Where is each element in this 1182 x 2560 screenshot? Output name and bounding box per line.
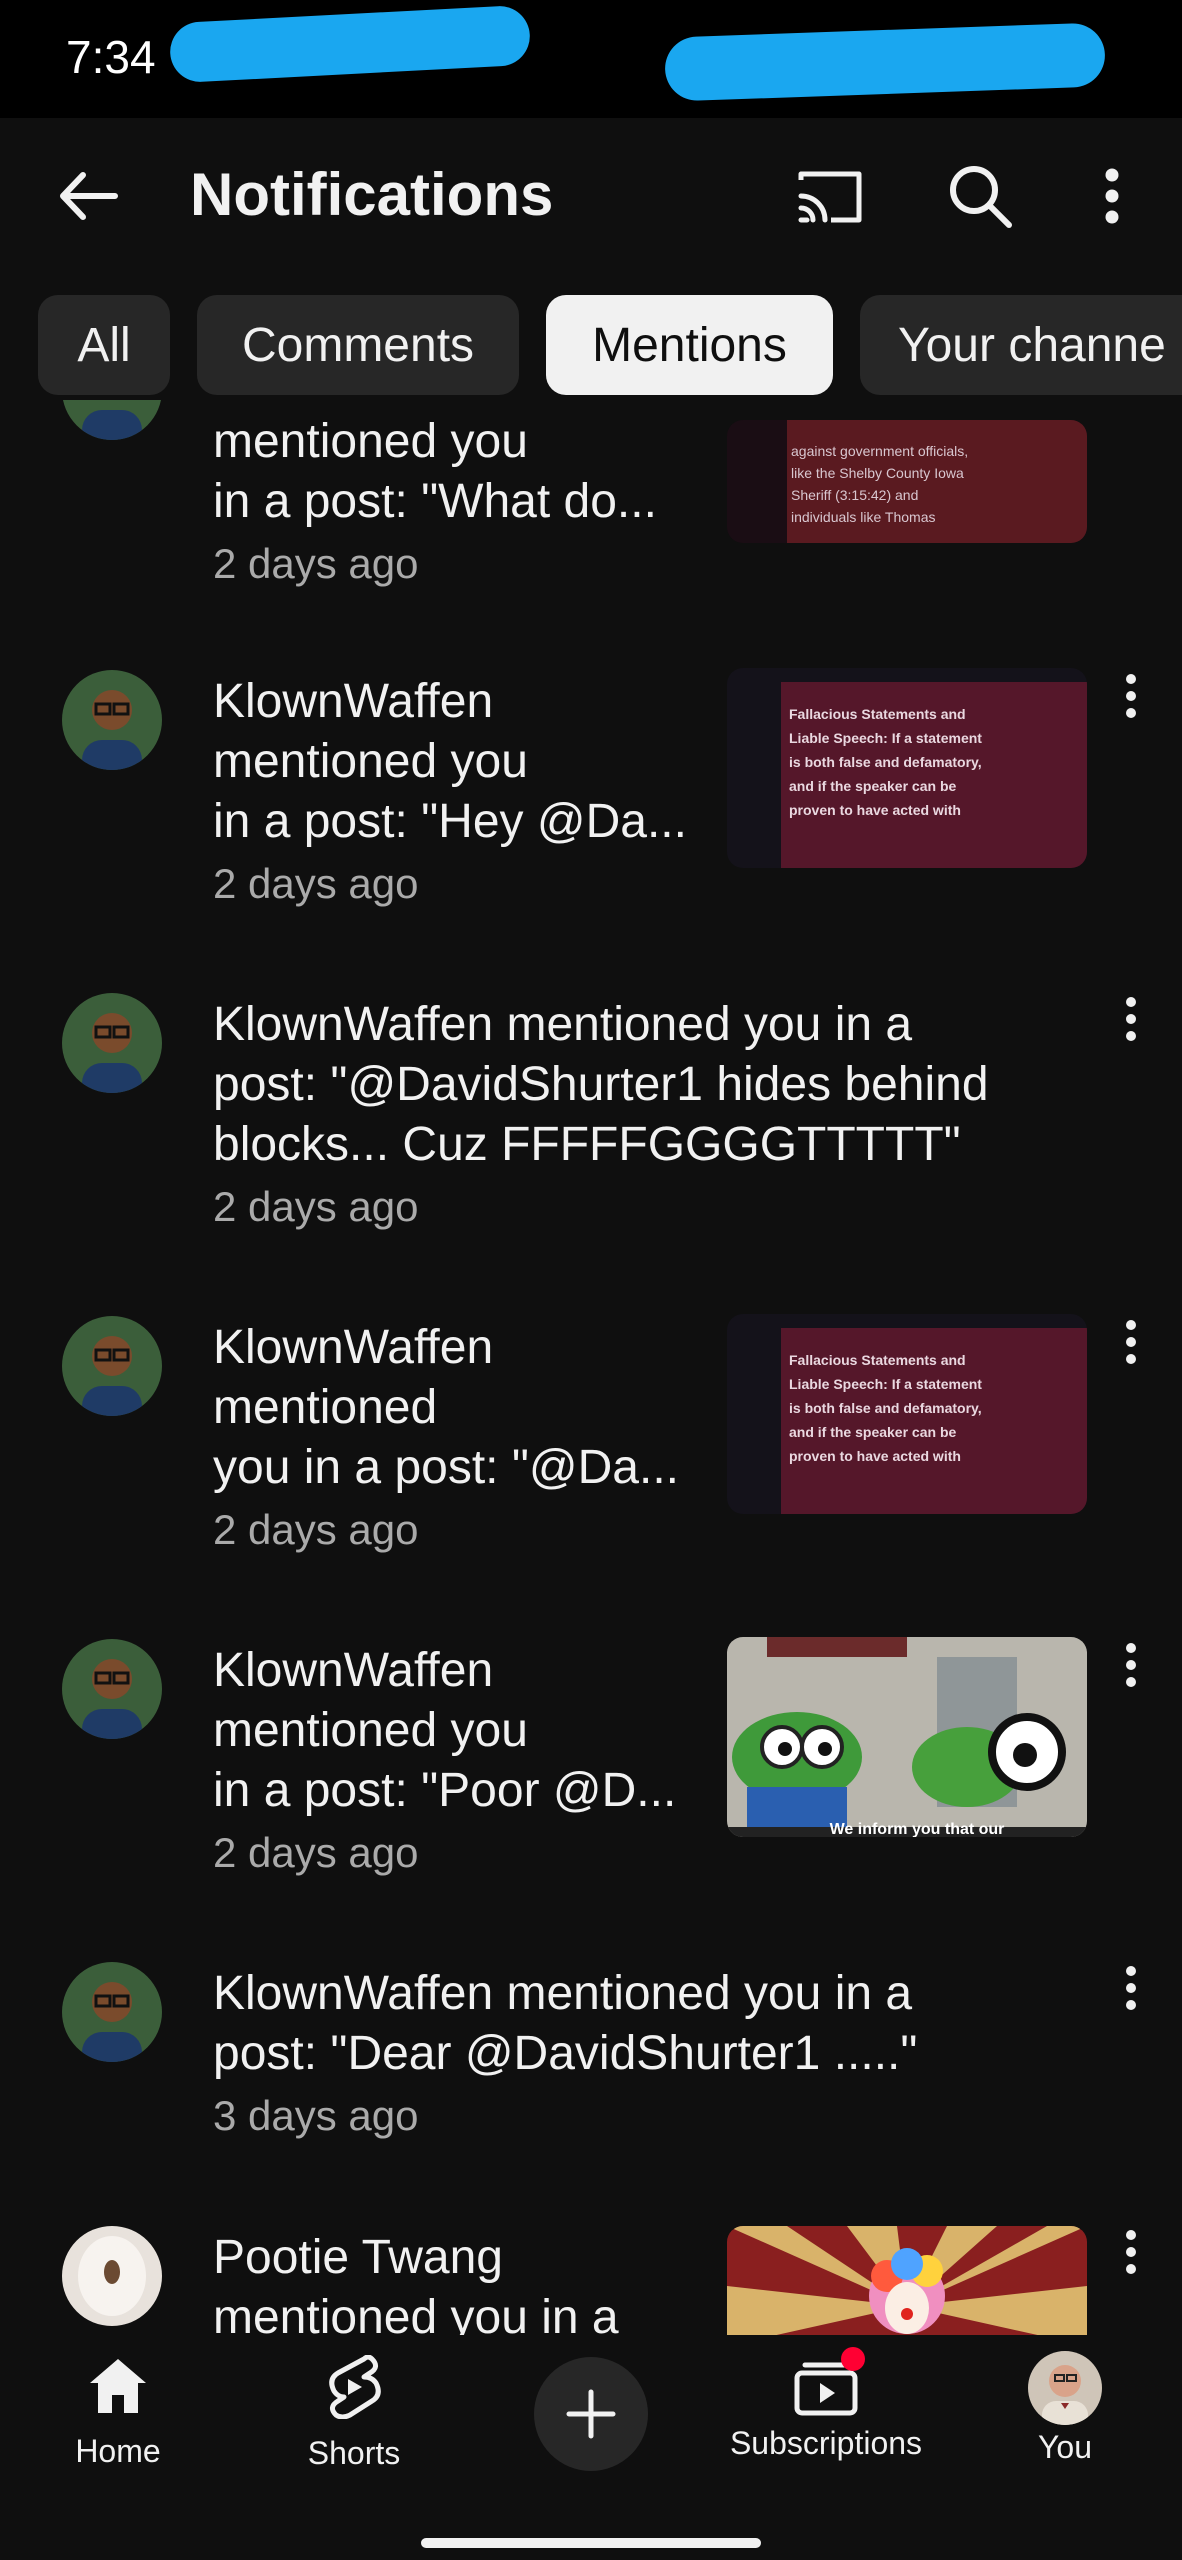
notification-text: Pootie Twang mentioned you in a [213, 2231, 619, 2335]
thumbnail-text: Fallacious Statements and Liable Speech: … [789, 706, 982, 818]
thumbnail-text: against government officials, like the Sh… [791, 443, 969, 525]
thumbnail [727, 2226, 1087, 2335]
status-bar: 7:34 [0, 0, 1182, 118]
notification-text: KlownWaffen mentioned you in a post: "De… [213, 1964, 917, 2148]
avatar [62, 1316, 162, 1416]
notification-text: KlownWaffen mentioned you in a post: "Po… [213, 1641, 676, 1885]
notification-item[interactable]: KlownWaffen mentioned you in a post: "Po… [0, 1629, 1182, 1909]
more-options-icon[interactable] [1116, 2228, 1146, 2278]
notification-item[interactable]: mentioned you in a post: "What do... 2 d… [0, 400, 1182, 600]
notification-text: KlownWaffen mentioned you in a post: "@D… [213, 1318, 679, 1562]
nav-home-label: Home [75, 2433, 161, 2469]
notification-item[interactable]: KlownWaffen mentioned you in a post: "@D… [0, 1306, 1182, 1586]
bottom-navigation: Home Shorts Subscriptions You [0, 2335, 1182, 2560]
notification-list: mentioned you in a post: "What do... 2 d… [0, 400, 1182, 2335]
nav-shorts[interactable]: Shorts [274, 2354, 434, 2472]
avatar [62, 2226, 162, 2326]
timestamp: 2 days ago [213, 860, 419, 907]
chip-mentions[interactable]: Mentions [546, 295, 833, 395]
redaction-mark-left [168, 4, 532, 84]
timestamp: 2 days ago [213, 1183, 419, 1230]
more-options-icon[interactable] [1116, 1641, 1146, 1691]
thumbnail: against government officials, like the Sh… [727, 420, 1087, 543]
notification-text: KlownWaffen mentioned you in a post: "@D… [213, 995, 989, 1239]
nav-you-label: You [1038, 2429, 1092, 2465]
avatar [62, 1962, 162, 2062]
shorts-icon [329, 2354, 381, 2420]
more-options-icon[interactable] [1116, 1964, 1146, 2014]
notification-item[interactable]: KlownWaffen mentioned you in a post: "He… [0, 660, 1182, 940]
more-options-icon[interactable] [1116, 1318, 1146, 1368]
page-title: Notifications [190, 161, 554, 228]
more-options-icon[interactable] [1116, 672, 1146, 722]
profile-avatar [1028, 2351, 1102, 2425]
timestamp: 2 days ago [213, 540, 419, 587]
avatar [62, 670, 162, 770]
notification-badge [841, 2347, 865, 2371]
avatar [62, 993, 162, 1093]
nav-home[interactable]: Home [38, 2355, 198, 2470]
plus-icon [566, 2389, 616, 2439]
timestamp: 2 days ago [213, 1506, 419, 1553]
notification-text: KlownWaffen mentioned you in a post: "He… [213, 672, 687, 916]
more-options-icon[interactable] [1116, 995, 1146, 1045]
nav-subscriptions-label: Subscriptions [729, 2425, 923, 2461]
nav-shorts-label: Shorts [307, 2435, 401, 2471]
chip-comments[interactable]: Comments [197, 295, 519, 395]
avatar [62, 1639, 162, 1739]
thumbnail-text: Fallacious Statements and Liable Speech: … [789, 1352, 982, 1464]
redaction-mark-right [664, 22, 1106, 102]
thumbnail: We inform you that our [727, 1637, 1087, 1837]
timestamp: 2 days ago [213, 1829, 419, 1876]
search-icon[interactable] [940, 156, 1020, 236]
notification-item[interactable]: KlownWaffen mentioned you in a post: "De… [0, 1952, 1182, 2172]
home-icon [90, 2359, 146, 2413]
chip-your-channel[interactable]: Your channe [860, 295, 1182, 395]
notification-text: mentioned you in a post: "What do... 2 d… [213, 412, 657, 596]
thumbnail: Fallacious Statements and Liable Speech: … [727, 1314, 1087, 1514]
cast-icon[interactable] [790, 156, 870, 236]
notification-item[interactable]: KlownWaffen mentioned you in a post: "@D… [0, 983, 1182, 1263]
timestamp: 3 days ago [213, 2092, 419, 2139]
app-bar: Notifications [0, 118, 1182, 273]
chip-all[interactable]: All [38, 295, 170, 395]
notification-item[interactable]: Pootie Twang mentioned you in a [0, 2216, 1182, 2335]
thumbnail: Fallacious Statements and Liable Speech: … [727, 668, 1087, 868]
filter-chips: All Comments Mentions Your channe [0, 295, 1182, 395]
status-time: 7:34 [66, 31, 156, 83]
back-arrow-icon[interactable] [48, 156, 128, 236]
thumbnail-text: We inform you that our [829, 1821, 1005, 1837]
home-indicator [421, 2538, 761, 2548]
create-button[interactable] [534, 2357, 648, 2471]
nav-subscriptions[interactable]: Subscriptions [716, 2347, 936, 2462]
more-vert-icon[interactable] [1072, 156, 1152, 236]
avatar [62, 400, 162, 440]
nav-you[interactable]: You [1005, 2351, 1125, 2466]
